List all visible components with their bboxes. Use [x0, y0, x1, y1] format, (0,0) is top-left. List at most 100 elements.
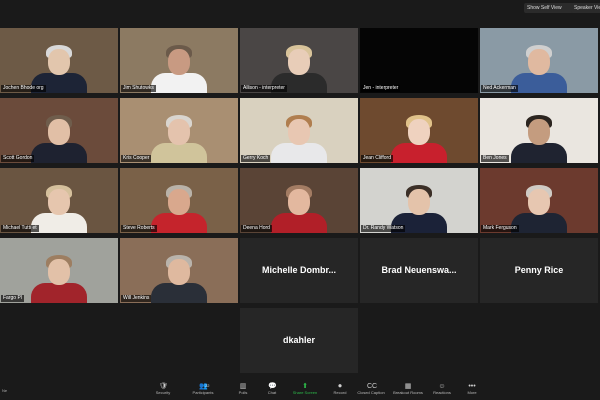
participant-face: [48, 259, 70, 285]
participant-name: Deena Hord: [241, 225, 272, 232]
participant-name: Michael Tutti et: [1, 225, 39, 232]
name-only-tile[interactable]: Brad Neuenswa...: [360, 238, 478, 303]
participants-button[interactable]: 👥 22 Participants: [188, 383, 218, 400]
participant-tile[interactable]: Michael Tutti et: [0, 168, 118, 233]
participant-name: Mark Ferguson: [481, 225, 519, 232]
participant-silhouette: [31, 113, 87, 163]
participant-face: [408, 119, 430, 145]
participant-silhouette: [391, 113, 447, 163]
participant-tile[interactable]: Will Jenkins: [120, 238, 238, 303]
toolbar-left-tag: Ne: [2, 388, 8, 393]
participant-silhouette: [31, 183, 87, 233]
participant-face: [168, 259, 190, 285]
video-feed: [120, 168, 238, 233]
participant-tile[interactable]: Jim Shutowks: [120, 28, 238, 93]
video-feed: [480, 98, 598, 163]
participant-name: Ned Ackerman: [481, 85, 518, 92]
video-feed: [0, 98, 118, 163]
closed-caption-button[interactable]: CC Closed Caption: [356, 383, 386, 400]
participant-tile[interactable]: Ned Ackerman: [480, 28, 598, 93]
shield-icon: 🛡: [159, 383, 168, 390]
show-self-view-button[interactable]: Show Self View: [524, 3, 574, 13]
participant-name: Jen - interpreter: [361, 85, 401, 92]
participant-body: [31, 143, 87, 163]
participant-name: Allison - interpreter: [241, 85, 287, 92]
video-feed: [240, 28, 358, 93]
participant-tile[interactable]: Dr. Randy Watson: [360, 168, 478, 233]
participant-face: [168, 189, 190, 215]
video-feed: [0, 28, 118, 93]
participant-tile[interactable]: Jen - interpreter: [360, 28, 478, 93]
record-button[interactable]: ⏺ Record: [325, 383, 355, 400]
participant-tile[interactable]: Fargo Pl: [0, 238, 118, 303]
participant-face: [408, 189, 430, 215]
reactions-button[interactable]: ☺ Reactions: [427, 383, 457, 400]
participant-silhouette: [151, 43, 207, 93]
participant-body: [271, 213, 327, 233]
participant-face: [288, 49, 310, 75]
participant-face: [168, 49, 190, 75]
polls-icon: ▥: [239, 383, 247, 390]
share-screen-button[interactable]: ⬆ Share Screen: [290, 383, 320, 400]
video-feed: [360, 98, 478, 163]
participant-body: [511, 73, 567, 93]
video-feed: [120, 238, 238, 303]
chat-icon: 💬: [268, 383, 277, 390]
participant-tile[interactable]: Jochen Bhode org: [0, 28, 118, 93]
participant-silhouette: [511, 43, 567, 93]
more-icon: •••: [468, 383, 476, 390]
participant-name: Gerry Koch: [241, 155, 271, 162]
participant-body: [271, 143, 327, 163]
participant-name: Will Jenkins: [121, 295, 152, 302]
meeting-toolbar: Ne 🛡 Security 👥 22 Participants ▥ Polls 💬 Cha…: [0, 382, 600, 400]
speaker-view-button[interactable]: Speaker View: [571, 3, 600, 13]
video-feed: [480, 28, 598, 93]
participant-face: [48, 49, 70, 75]
gallery-grid: Jochen Bhode org Jim Shutowks Allison - …: [0, 28, 600, 374]
participant-tile[interactable]: Steve Roberts: [120, 168, 238, 233]
participant-tile[interactable]: Deena Hord: [240, 168, 358, 233]
participant-name: Brad Neuenswa...: [381, 265, 457, 275]
participant-name: Jean Clifford: [361, 155, 393, 162]
participant-name: Fargo Pl: [1, 295, 24, 302]
participant-tile[interactable]: Ben Jones: [480, 98, 598, 163]
breakout-rooms-button[interactable]: ▦ Breakout Rooms: [393, 383, 423, 400]
participant-body: [31, 213, 87, 233]
chat-button[interactable]: 💬 Chat: [257, 383, 287, 400]
participant-name: Dr. Randy Watson: [361, 225, 406, 232]
participant-body: [151, 213, 207, 233]
video-feed: [0, 168, 118, 233]
participant-tile[interactable]: Mark Ferguson: [480, 168, 598, 233]
participant-silhouette: [511, 113, 567, 163]
more-button[interactable]: ••• More: [457, 383, 487, 400]
name-only-tile[interactable]: Penny Rice: [480, 238, 598, 303]
record-icon: ⏺: [338, 383, 342, 390]
security-button[interactable]: 🛡 Security: [148, 383, 178, 400]
participants-count: 22: [205, 383, 210, 388]
video-feed: [240, 98, 358, 163]
reactions-icon: ☺: [438, 383, 446, 390]
name-only-tile[interactable]: dkahler: [240, 308, 358, 373]
participant-name: dkahler: [282, 335, 315, 345]
participant-face: [48, 119, 70, 145]
polls-button[interactable]: ▥ Polls: [228, 383, 258, 400]
participant-body: [391, 143, 447, 163]
participant-body: [31, 283, 87, 303]
participant-name: Jochen Bhode org: [1, 85, 46, 92]
closed-caption-icon: CC: [367, 383, 378, 390]
participant-tile[interactable]: Scott Gordon: [0, 98, 118, 163]
participant-silhouette: [151, 253, 207, 303]
video-feed: [120, 98, 238, 163]
participant-name: Kris Cooper: [121, 155, 152, 162]
participant-silhouette: [151, 183, 207, 233]
participant-face: [528, 189, 550, 215]
participant-tile[interactable]: Jean Clifford: [360, 98, 478, 163]
participant-tile[interactable]: Kris Cooper: [120, 98, 238, 163]
top-bar: Show Self View Speaker View: [0, 0, 600, 16]
participant-name: Ben Jones: [481, 155, 509, 162]
participant-body: [151, 73, 207, 93]
name-only-tile[interactable]: Michelle Dombr...: [240, 238, 358, 303]
participant-face: [528, 119, 550, 145]
active-speaker-tile[interactable]: Gerry Koch: [240, 98, 358, 163]
participant-tile[interactable]: Allison - interpreter: [240, 28, 358, 93]
